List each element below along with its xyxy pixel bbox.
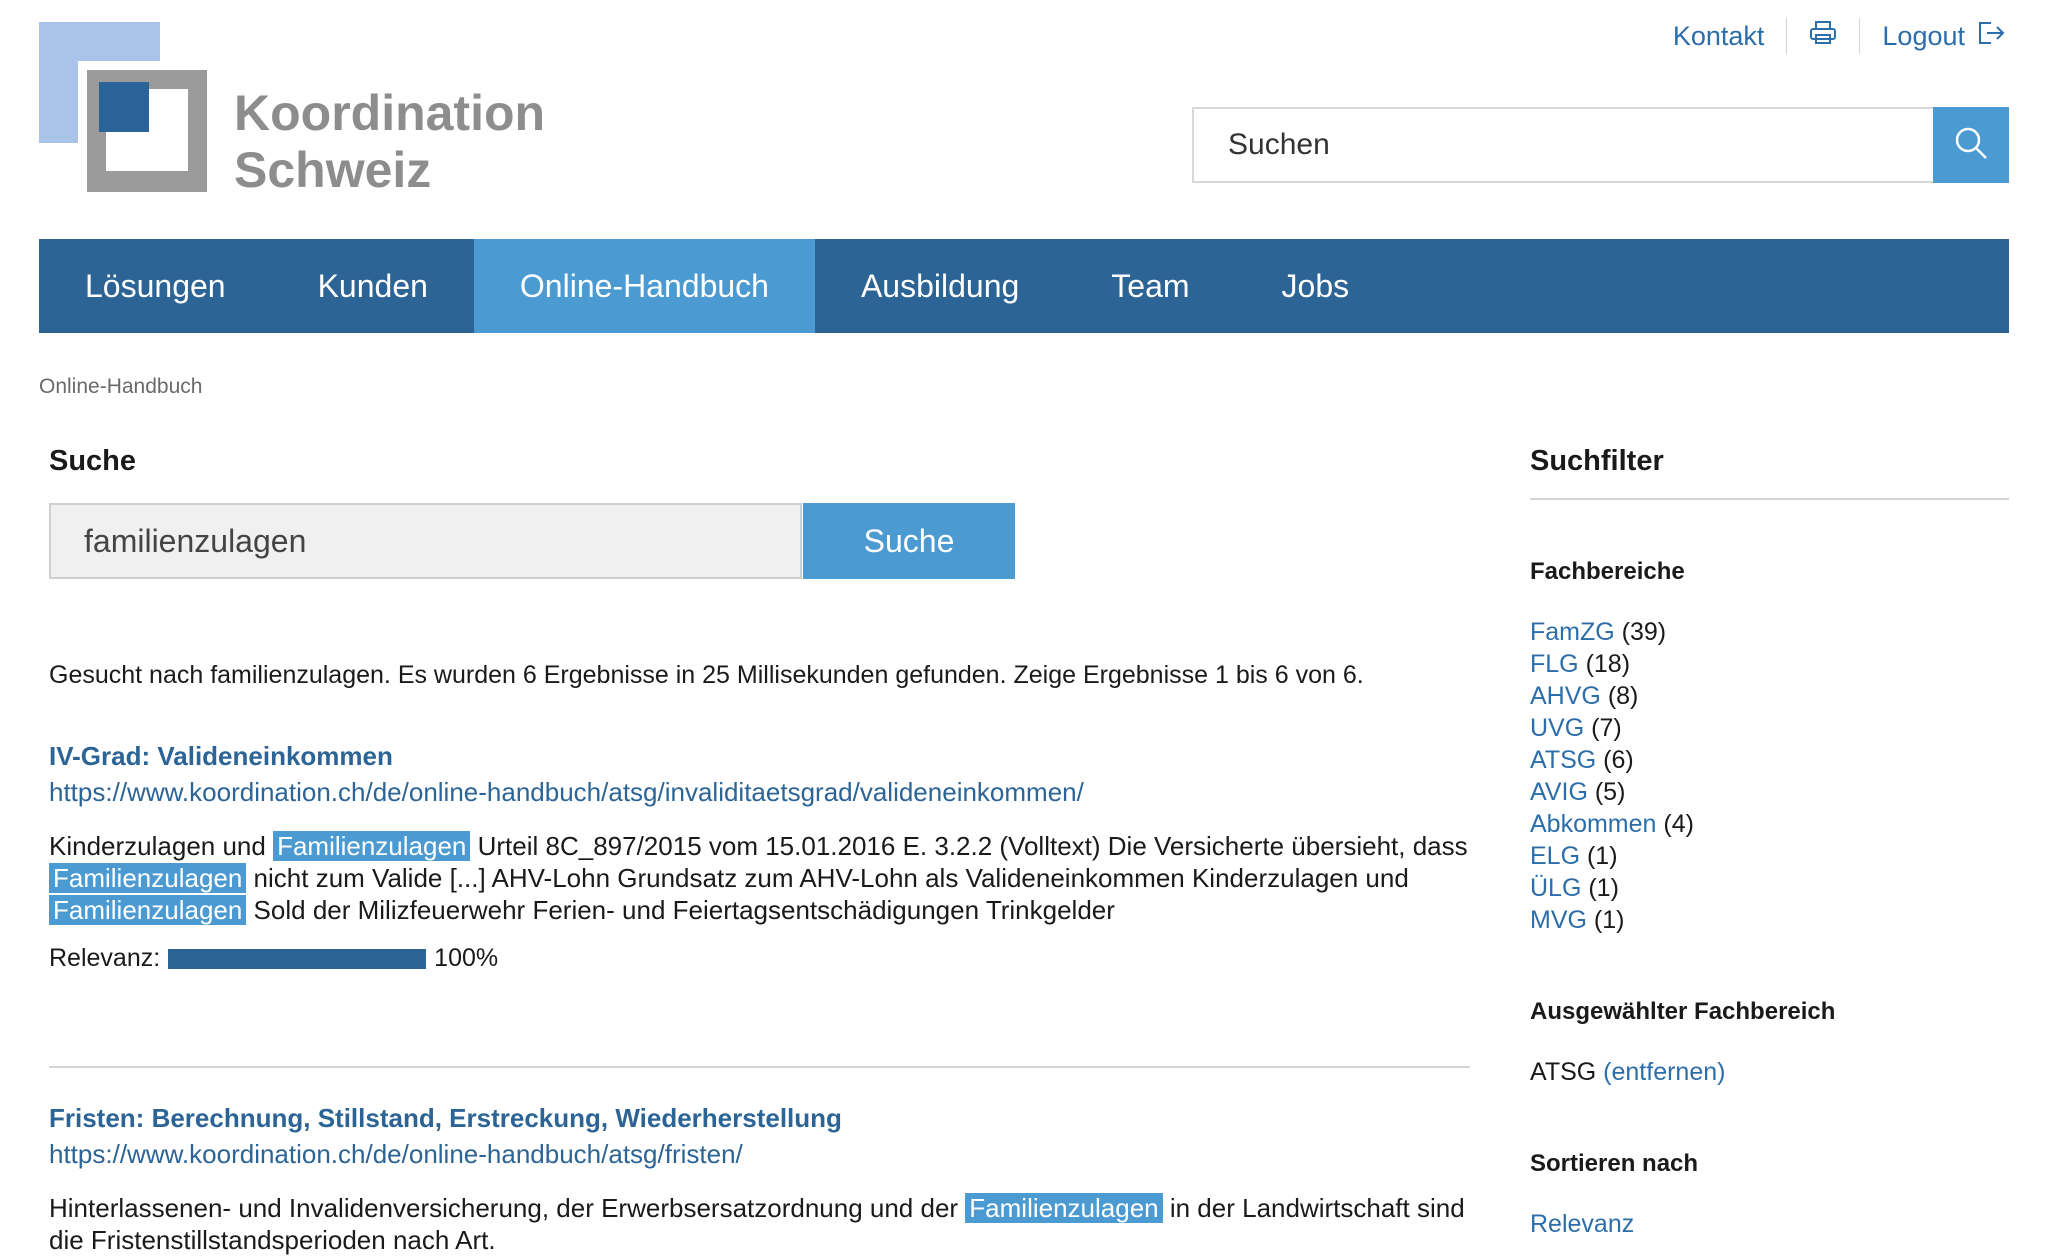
logo-line-1: Koordination [234,85,546,141]
sidebar-heading: Suchfilter [1530,445,1664,477]
filter-link-elg[interactable]: ELG [1530,842,1580,870]
filter-count: (18) [1585,650,1631,678]
filter-count: (1) [1588,874,1619,902]
filter-item: ELG (1) [1530,840,2009,872]
relevance-bar [168,948,427,969]
search-query-value: familienzulagen [84,522,307,559]
remove-filter-link[interactable]: (entfernen) [1603,1058,1725,1086]
fachbereiche-heading: Fachbereiche [1530,558,1685,585]
snippet-text: nicht zum Valide [...] AHV-Lohn Grundsat… [246,863,1409,893]
filter-count: (5) [1594,778,1626,806]
relevance-bar-fill [168,948,427,969]
nav-item-online-handbuch[interactable]: Online-Handbuch [473,239,815,333]
sort-options: Relevanz [1530,1208,2009,1240]
snippet-highlight: Familienzulagen [965,1193,1163,1223]
filter-count: (39) [1621,618,1667,646]
logout-icon [1977,20,2005,53]
search-filter-sidebar: Suchfilter Fachbereiche FamZG (39) FLG (… [1530,445,2009,1240]
search-query-input[interactable]: familienzulagen [49,503,802,579]
filter-count: (1) [1593,906,1625,934]
filter-item: UVG (7) [1530,712,2009,744]
filter-item: ÜLG (1) [1530,872,2009,904]
kontakt-label: Kontakt [1672,20,1765,51]
fachbereiche-list: FamZG (39) FLG (18) AHVG (8) UVG (7) ATS… [1530,616,2009,936]
snippet-highlight: Familienzulagen [273,831,471,861]
relevance-value: 100% [434,944,499,972]
logo[interactable]: Koordination Schweiz [39,22,559,202]
snippet-text: Sold der Milizfeuerwehr Ferien- und Feie… [246,895,1115,925]
search-heading: Suche [49,445,137,477]
selected-fachbereich: ATSG (entfernen) [1530,1056,2009,1088]
sort-option-relevanz[interactable]: Relevanz [1530,1210,1634,1238]
search-icon [1953,125,1989,166]
kontakt-link[interactable]: Kontakt [1651,21,1787,52]
snippet-text: Kinderzulagen und [49,831,274,861]
result-divider [49,1066,1470,1068]
search-result: Fristen: Berechnung, Stillstand, Erstrec… [49,1100,1469,1256]
filter-link-abkommen[interactable]: Abkommen [1530,810,1656,838]
filter-link-flg[interactable]: FLG [1530,650,1579,678]
filter-item: Abkommen (4) [1530,808,2009,840]
search-summary: Gesucht nach familienzulagen. Es wurden … [49,661,1364,689]
selected-fachbereich-heading: Ausgewählter Fachbereich [1530,998,1836,1025]
filter-link-uelg[interactable]: ÜLG [1530,874,1581,902]
print-button[interactable] [1787,20,1859,53]
filter-link-avig[interactable]: AVIG [1530,778,1588,806]
snippet-highlight: Familienzulagen [49,863,247,893]
filter-item: MVG (1) [1530,904,2009,936]
filter-count: (6) [1603,746,1634,774]
filter-item: ATSG (6) [1530,744,2009,776]
filter-item: AVIG (5) [1530,776,2009,808]
filter-link-mvg[interactable]: MVG [1530,906,1587,934]
breadcrumb[interactable]: Online-Handbuch [39,375,202,399]
result-url-link[interactable]: https://www.koordination.ch/de/online-ha… [49,1136,1469,1172]
nav-item-loesungen[interactable]: Lösungen [39,239,272,333]
filter-link-atsg[interactable]: ATSG [1530,746,1596,774]
filter-count: (4) [1663,810,1694,838]
result-title-link[interactable]: Fristen: Berechnung, Stillstand, Erstrec… [49,1100,1469,1136]
logout-label: Logout [1882,20,1965,51]
filter-link-famzg[interactable]: FamZG [1530,618,1615,646]
snippet-text: Hinterlassenen- und Invalidenversicherun… [49,1193,966,1223]
logout-link[interactable]: Logout [1860,20,2027,53]
search-submit-button[interactable]: Suche [803,503,1015,579]
logo-mark-dark [99,82,149,132]
printer-icon [1809,20,1837,53]
site-search: Suchen [1192,107,2009,183]
filter-link-uvg[interactable]: UVG [1530,714,1584,742]
site-search-placeholder: Suchen [1228,128,1330,161]
filter-item: AHVG (8) [1530,680,2009,712]
filter-link-ahvg[interactable]: AHVG [1530,682,1601,710]
relevance: Relevanz: 100% [49,944,1469,973]
relevance-label: Relevanz: [49,944,161,972]
result-snippet: Kinderzulagen und Familienzulagen Urteil… [49,830,1469,926]
nav-item-kunden[interactable]: Kunden [272,239,474,333]
snippet-highlight: Familienzulagen [49,895,247,925]
selected-fachbereich-value: ATSG [1530,1058,1597,1086]
nav-item-team[interactable]: Team [1065,239,1235,333]
site-search-button[interactable] [1933,107,2009,183]
logo-line-2: Schweiz [234,142,432,198]
filter-count: (1) [1586,842,1618,870]
nav-item-ausbildung[interactable]: Ausbildung [815,239,1065,333]
result-snippet: Hinterlassenen- und Invalidenversicherun… [49,1192,1469,1256]
result-title-link[interactable]: IV-Grad: Valideneinkommen [49,738,1469,774]
filter-item: FamZG (39) [1530,616,2009,648]
top-links: Kontakt Logout [1651,14,2027,58]
filter-count: (8) [1607,682,1639,710]
snippet-text: Urteil 8C_897/2015 vom 15.01.2016 E. 3.2… [470,831,1468,861]
sidebar-divider [1530,498,2009,500]
search-result: IV-Grad: Valideneinkommen https://www.ko… [49,738,1469,973]
filter-item: FLG (18) [1530,648,2009,680]
result-url-link[interactable]: https://www.koordination.ch/de/online-ha… [49,774,1469,810]
filter-count: (7) [1591,714,1622,742]
sort-heading: Sortieren nach [1530,1150,1699,1177]
site-search-input[interactable]: Suchen [1192,107,1933,183]
nav-item-jobs[interactable]: Jobs [1236,239,1396,333]
logo-text: Koordination Schweiz [234,85,545,199]
main-nav: Lösungen Kunden Online-Handbuch Ausbildu… [39,239,2009,333]
